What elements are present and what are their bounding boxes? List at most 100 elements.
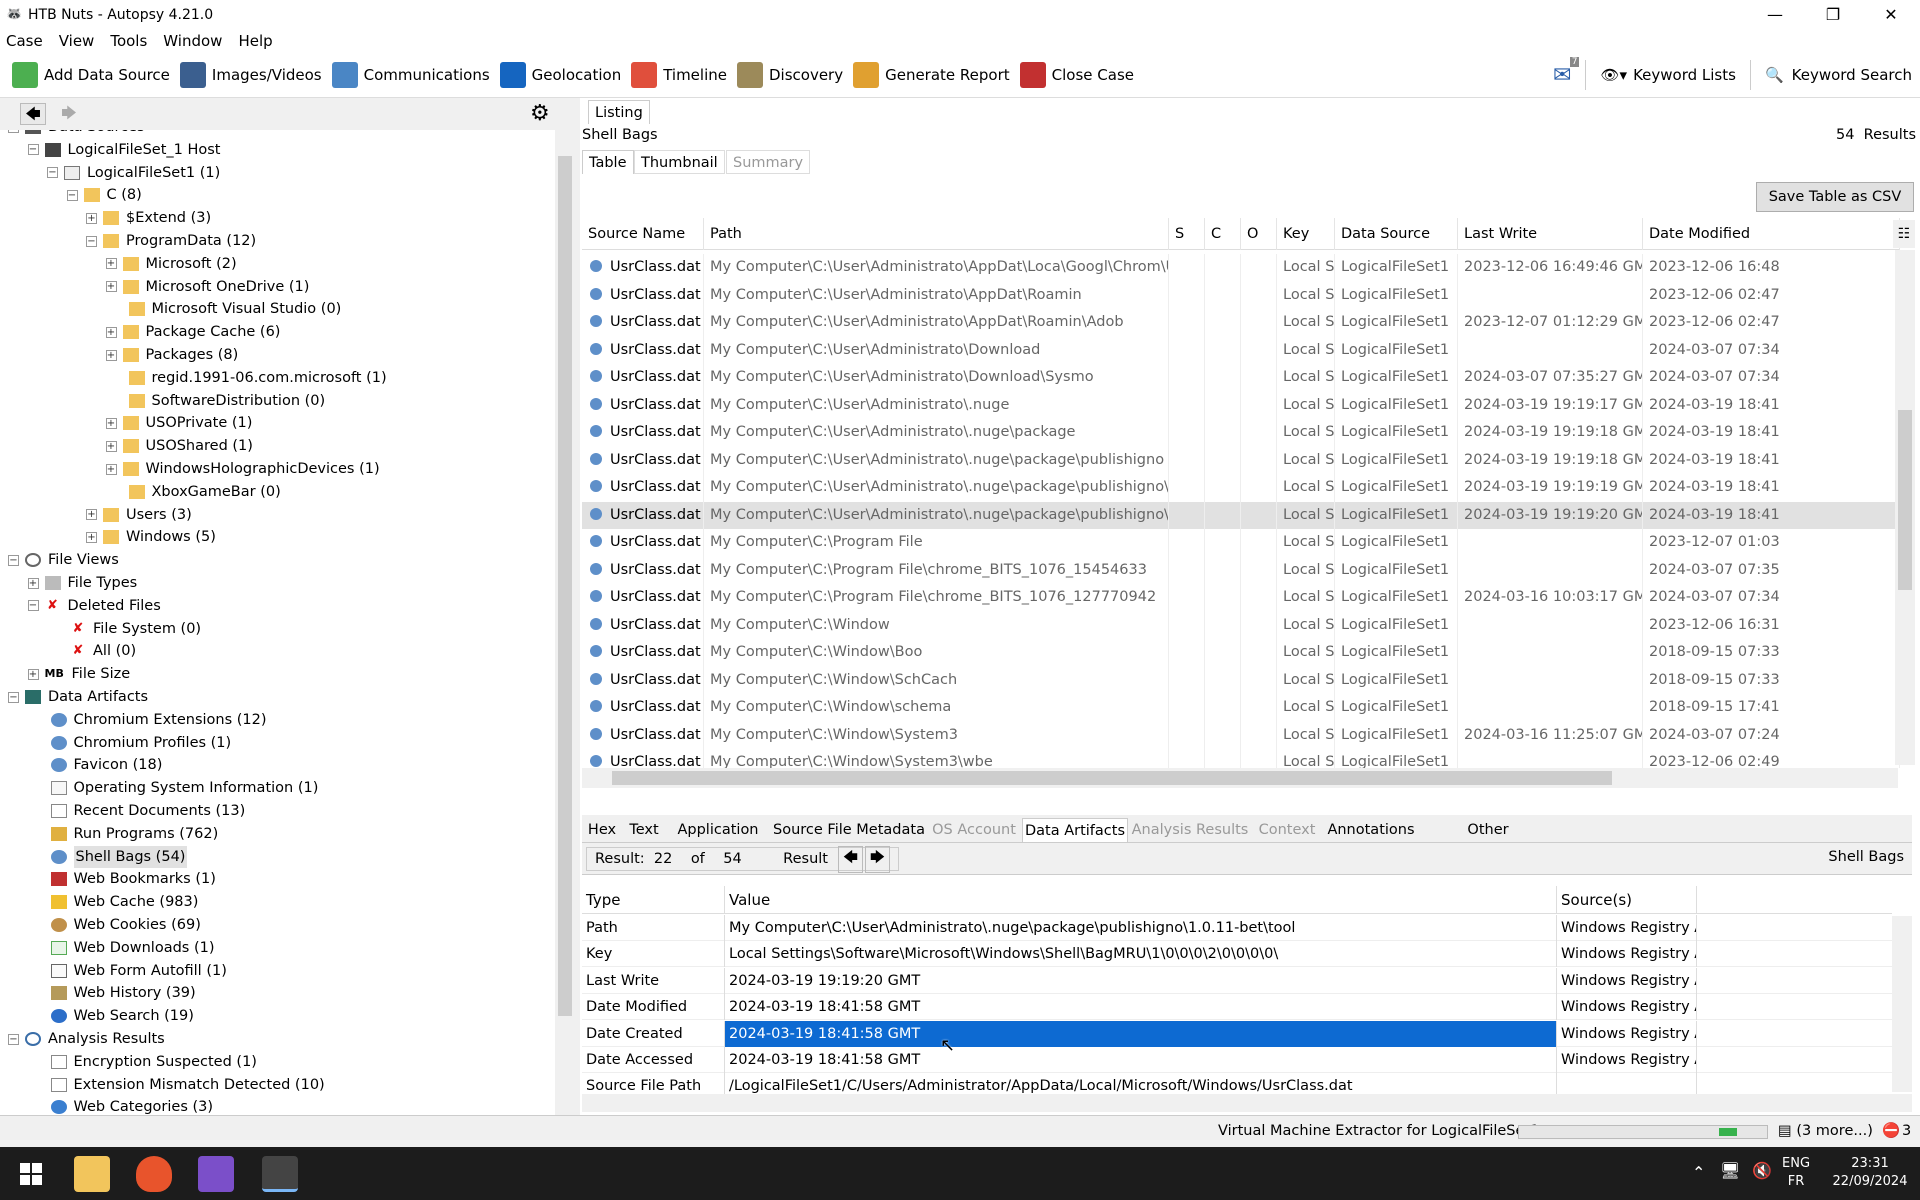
details-vertical-scrollbar[interactable] xyxy=(1892,916,1912,1092)
tab-summary[interactable]: Summary xyxy=(726,150,811,174)
col-header-path[interactable]: Path xyxy=(704,218,1169,250)
close-case-button[interactable]: Close Case xyxy=(1019,61,1134,88)
table-scroll-thumb[interactable] xyxy=(1898,410,1912,590)
tab-other-occurrences[interactable]: Other Occurrences xyxy=(1420,818,1556,862)
tree-item-data-artifacts[interactable]: − Data Artifacts xyxy=(8,686,148,708)
forward-arrow-icon[interactable]: 🡆 xyxy=(56,103,82,125)
table-hscroll-thumb[interactable] xyxy=(612,771,1612,785)
language-indicator[interactable]: ENG FR xyxy=(1782,1155,1810,1191)
tree-item-xboxgamebar-0[interactable]: XboxGameBar (0) xyxy=(106,481,281,503)
table-row[interactable]: UsrClass.dat My Computer\C:\User\Administ… xyxy=(582,474,1900,502)
tree-item-usoprivate-1[interactable]: + USOPrivate (1) xyxy=(105,412,252,434)
tree-item-favicon-18[interactable]: Favicon (18) xyxy=(28,754,162,776)
tree-item-chromium-profiles-1[interactable]: Chromium Profiles (1) xyxy=(28,732,231,754)
col-header-c[interactable]: C xyxy=(1205,218,1241,250)
details-row-date-accessed[interactable]: Date Accessed 2024-03-19 18:41:58 GMT Wind… xyxy=(582,1047,1892,1073)
table-row[interactable]: UsrClass.dat My Computer\C:\User\Administ… xyxy=(582,391,1900,419)
tree-item-web-form-autofill-1[interactable]: Web Form Autofill (1) xyxy=(28,960,227,982)
details-header-value[interactable]: Value xyxy=(725,886,1557,914)
images-videos-button[interactable]: Images/Videos xyxy=(179,61,322,88)
table-row[interactable]: UsrClass.dat My Computer\C:\User\Administ… xyxy=(582,364,1900,392)
table-row[interactable]: UsrClass.dat My Computer\C:\User\Administ… xyxy=(582,419,1900,447)
tree-item-web-bookmarks-1[interactable]: Web Bookmarks (1) xyxy=(28,868,216,890)
volume-icon[interactable]: 🔇 xyxy=(1752,1161,1772,1180)
mail-icon[interactable]: ✉ 7 xyxy=(1553,56,1580,88)
table-row[interactable]: UsrClass.dat My Computer\C:\Window\schema… xyxy=(582,694,1900,722)
tree-item-users-3[interactable]: + Users (3) xyxy=(86,504,192,526)
tree-item-file-types[interactable]: + File Types xyxy=(27,572,137,594)
tab-context[interactable]: Context xyxy=(1252,818,1322,842)
col-header-s[interactable]: S xyxy=(1169,218,1205,250)
table-horizontal-scrollbar[interactable] xyxy=(582,768,1898,788)
network-icon[interactable]: 🖥 xyxy=(1720,1161,1740,1180)
col-header-last-write[interactable]: Last Write xyxy=(1458,218,1643,250)
close-icon[interactable]: ✕ xyxy=(1862,0,1920,29)
tree-item-programdata-12[interactable]: − ProgramData (12) xyxy=(86,230,256,252)
table-vertical-scrollbar[interactable] xyxy=(1895,250,1915,765)
tab-annotations[interactable]: Annotations xyxy=(1324,818,1418,842)
tree-item-usoshared-1[interactable]: + USOShared (1) xyxy=(105,435,253,457)
collapse-icon[interactable]: − xyxy=(27,144,39,156)
col-header-key[interactable]: Key xyxy=(1277,218,1335,250)
keyword-lists-button[interactable]: 👁▾ Keyword Lists xyxy=(1600,66,1735,84)
menu-window[interactable]: Window xyxy=(163,32,222,50)
expand-icon[interactable]: + xyxy=(105,281,117,293)
details-row-key[interactable]: Key Local Settings\Software\Microsoft\Win… xyxy=(582,941,1892,968)
table-row[interactable]: UsrClass.dat My Computer\C:\Window\SchCac… xyxy=(582,666,1900,694)
tree-item-recent-documents-13[interactable]: Recent Documents (13) xyxy=(28,800,245,822)
menu-case[interactable]: Case xyxy=(6,32,43,50)
tree-item-microsoft-visual-studio-0[interactable]: Microsoft Visual Studio (0) xyxy=(106,298,341,320)
tree-item-analysis-results[interactable]: − Analysis Results xyxy=(8,1028,165,1050)
autopsy-taskbar-icon[interactable] xyxy=(262,1156,298,1192)
table-row[interactable]: UsrClass.dat My Computer\C:\User\Administ… xyxy=(582,309,1900,337)
tree-item-file-size[interactable]: + MB File Size xyxy=(27,663,130,685)
table-row[interactable]: UsrClass.dat My Computer\C:\Window\Boo Loc… xyxy=(582,639,1900,667)
next-result-icon[interactable]: 🡆 xyxy=(864,845,890,873)
col-header-date-modified[interactable]: Date Modified xyxy=(1643,218,1900,250)
details-row-last-write[interactable]: Last Write 2024-03-19 19:19:20 GMT Windows… xyxy=(582,967,1892,994)
details-row-date-modified[interactable]: Date Modified 2024-03-19 18:41:58 GMT Wind… xyxy=(582,994,1892,1021)
tree-item-all-0[interactable]: ✘ All (0) xyxy=(47,640,137,662)
details-row-path[interactable]: Path My Computer\C:\User\Administrato\.nu… xyxy=(582,915,1892,941)
expand-icon[interactable]: + xyxy=(86,509,97,521)
tab-data-artifacts[interactable]: Data Artifacts xyxy=(1022,818,1128,842)
table-row[interactable]: UsrClass.dat My Computer\C:\User\Administ… xyxy=(582,281,1900,309)
tree-item-regid-1991-06-com-microsoft-1[interactable]: regid.1991-06.com.microsoft (1) xyxy=(106,367,387,389)
collapse-icon[interactable]: − xyxy=(27,600,39,612)
col-header-source-name[interactable]: Source Name xyxy=(582,218,704,250)
prev-result-icon[interactable]: 🡄 xyxy=(837,845,863,873)
tree-item-run-programs-762[interactable]: Run Programs (762) xyxy=(28,823,218,845)
tree-item-web-categories-3[interactable]: Web Categories (3) xyxy=(28,1096,213,1115)
add-data-source-button[interactable]: Add Data Source xyxy=(12,61,170,88)
discovery-button[interactable]: Discovery xyxy=(736,61,843,88)
col-header-data-source[interactable]: Data Source xyxy=(1335,218,1458,250)
col-header-o[interactable]: O xyxy=(1241,218,1277,250)
tree-scroll-thumb[interactable] xyxy=(558,156,572,1016)
tree-item-web-cache-983[interactable]: Web Cache (983) xyxy=(28,891,198,913)
save-table-csv-button[interactable]: Save Table as CSV xyxy=(1756,182,1914,212)
expand-icon[interactable]: + xyxy=(27,577,39,589)
clock[interactable]: 23:31 22/09/2024 xyxy=(1820,1155,1920,1191)
expand-icon[interactable]: + xyxy=(105,258,117,270)
collapse-icon[interactable]: − xyxy=(8,130,19,133)
generate-report-button[interactable]: Generate Report xyxy=(853,61,1010,88)
tree-item-package-cache-6[interactable]: + Package Cache (6) xyxy=(105,321,280,343)
tree-item-file-system-0[interactable]: ✘ File System (0) xyxy=(47,618,202,640)
collapse-icon[interactable]: − xyxy=(8,1033,19,1045)
tab-listing[interactable]: Listing xyxy=(588,100,650,124)
communications-button[interactable]: Communications xyxy=(331,61,490,88)
tab-table[interactable]: Table xyxy=(582,150,634,174)
tree-item-shell-bags-54[interactable]: Shell Bags (54) xyxy=(28,845,188,868)
tree-item-microsoft-onedrive-1[interactable]: + Microsoft OneDrive (1) xyxy=(105,276,309,298)
tree-item-softwaredistribution-0[interactable]: SoftwareDistribution (0) xyxy=(106,390,325,412)
tree-item-web-downloads-1[interactable]: Web Downloads (1) xyxy=(28,937,215,959)
tree-item-chromium-extensions-12[interactable]: Chromium Extensions (12) xyxy=(28,709,267,731)
visual-studio-icon[interactable] xyxy=(198,1156,234,1192)
table-row[interactable]: UsrClass.dat My Computer\C:\User\Administ… xyxy=(582,254,1900,282)
more-tasks-link[interactable]: ▤ (3 more...) xyxy=(1778,1123,1873,1139)
tab-source-file-metadata[interactable]: Source File Metadata xyxy=(772,818,926,842)
expand-icon[interactable]: + xyxy=(105,417,117,429)
tree-item-windows-5[interactable]: + Windows (5) xyxy=(86,526,216,548)
column-chooser-icon[interactable]: ☷ xyxy=(1893,220,1915,248)
tab-text[interactable]: Text xyxy=(624,818,664,842)
